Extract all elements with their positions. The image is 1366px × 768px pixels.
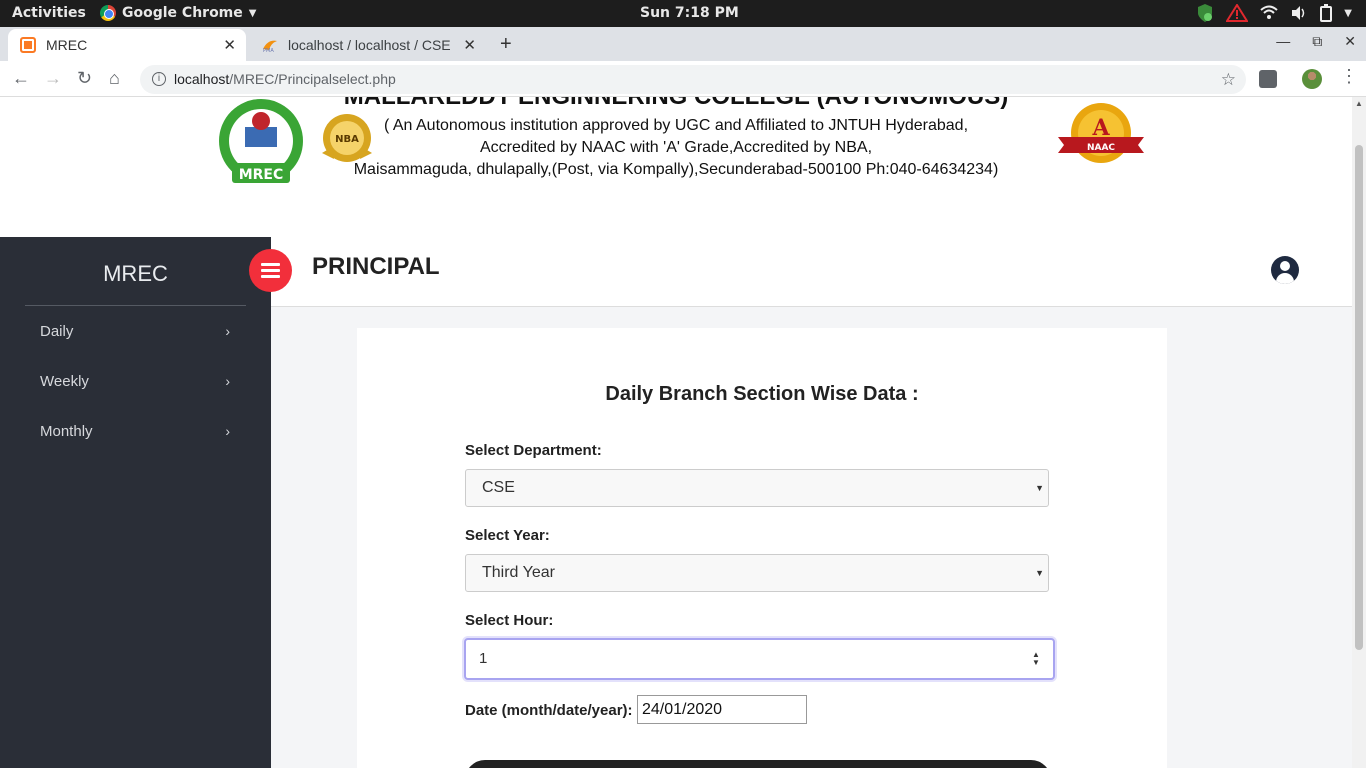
activities-button[interactable]: Activities xyxy=(12,5,86,21)
close-window-icon[interactable]: ✕ xyxy=(1344,33,1356,50)
year-select[interactable]: Third Year ▼ xyxy=(465,554,1049,592)
nba-logo-text: NBA xyxy=(335,134,359,145)
year-label: Select Year: xyxy=(465,527,550,544)
new-tab-button[interactable]: + xyxy=(500,33,512,56)
mrec-logo-text: MREC xyxy=(239,167,284,183)
info-icon[interactable]: i xyxy=(152,72,166,86)
date-label: Date (month/date/year): xyxy=(465,702,633,719)
college-header: MALLAREDDY ENGINNERING COLLEGE (AUTONOMO… xyxy=(0,97,1352,237)
sidebar-item-monthly[interactable]: Monthly › xyxy=(40,423,240,440)
chevron-down-icon: ▼ xyxy=(248,7,257,19)
sidebar-item-label: Monthly xyxy=(40,423,93,440)
spinner-icon[interactable]: ▲ ▼ xyxy=(1031,651,1041,667)
tab-phpmyadmin[interactable]: PMA localhost / localhost / CSE ✕ xyxy=(250,29,486,61)
page-title: PRINCIPAL xyxy=(312,253,440,280)
tab-mrec[interactable]: MREC ✕ xyxy=(8,29,246,61)
chevron-right-icon: › xyxy=(225,423,230,439)
sidebar: MREC Daily › Weekly › Monthly › xyxy=(0,237,271,768)
form-card: Daily Branch Section Wise Data : Select … xyxy=(357,328,1167,768)
department-label: Select Department: xyxy=(465,442,602,459)
header-line-2: Accredited by NAAC with 'A' Grade,Accred… xyxy=(479,139,873,156)
date-value: 24/01/2020 xyxy=(642,701,723,718)
shield-icon xyxy=(1198,4,1213,22)
xampp-favicon xyxy=(20,37,36,53)
chevron-right-icon: › xyxy=(225,373,230,389)
extension-icon[interactable] xyxy=(1259,70,1277,88)
app-menu-label: Google Chrome xyxy=(122,5,243,21)
sidebar-item-label: Weekly xyxy=(40,373,89,390)
close-icon[interactable]: ✕ xyxy=(223,36,236,54)
header-line-3: Maisammaguda, dhulapally,(Post, via Komp… xyxy=(353,161,999,178)
naac-logo: A NAAC xyxy=(1058,103,1144,163)
user-icon[interactable] xyxy=(1271,256,1299,284)
home-icon[interactable]: ⌂ xyxy=(109,68,120,89)
scroll-up-icon[interactable]: ▲ xyxy=(1355,99,1363,108)
app-menu[interactable]: Google Chrome ▼ xyxy=(100,5,256,21)
dropdown-arrow-icon: ▼ xyxy=(1035,568,1044,578)
hour-label: Select Hour: xyxy=(465,612,554,629)
star-icon[interactable]: ☆ xyxy=(1221,65,1236,94)
browser-toolbar: ← → ↻ ⌂ i localhost/MREC/Principalselect… xyxy=(0,61,1366,97)
nba-logo: NBA xyxy=(322,114,372,162)
year-value: Third Year xyxy=(482,564,555,581)
dropdown-arrow-icon: ▼ xyxy=(1035,483,1044,493)
profile-avatar[interactable] xyxy=(1302,69,1322,89)
wifi-icon xyxy=(1260,5,1278,19)
mrec-logo: MREC xyxy=(219,99,303,183)
sidebar-brand[interactable]: MREC xyxy=(0,261,271,287)
date-input[interactable]: 24/01/2020 xyxy=(637,695,807,724)
sidebar-item-daily[interactable]: Daily › xyxy=(40,323,240,340)
sidebar-toggle-button[interactable] xyxy=(249,249,292,292)
sidebar-item-label: Daily xyxy=(40,323,74,340)
main-header: PRINCIPAL xyxy=(271,237,1352,307)
hour-value: 1 xyxy=(479,650,488,667)
department-select[interactable]: CSE ▼ xyxy=(465,469,1049,507)
main-content: PRINCIPAL Daily Branch Section Wise Data… xyxy=(249,237,1352,768)
hour-input[interactable]: 1 ▲ ▼ xyxy=(464,638,1055,680)
system-top-bar: Activities Google Chrome ▼ Sun 7:18 PM ▼ xyxy=(0,0,1366,27)
college-name: MALLAREDDY ENGINNERING COLLEGE (AUTONOMO… xyxy=(0,97,1352,111)
battery-icon xyxy=(1320,4,1333,22)
phpmyadmin-favicon: PMA xyxy=(263,40,277,53)
chevron-right-icon: › xyxy=(225,323,230,339)
department-value: CSE xyxy=(482,479,515,496)
sidebar-divider xyxy=(25,305,246,306)
url-host: localhost xyxy=(174,71,230,87)
sidebar-item-weekly[interactable]: Weekly › xyxy=(40,373,240,390)
svg-text:PMA: PMA xyxy=(263,48,274,53)
naac-text: NAAC xyxy=(1087,143,1115,153)
tab-label: MREC xyxy=(46,37,88,53)
menu-kebab-icon[interactable]: ⋮ xyxy=(1340,66,1358,87)
close-icon[interactable]: ✕ xyxy=(463,36,476,54)
address-bar[interactable]: i localhost/MREC/Principalselect.php ☆ xyxy=(140,65,1246,94)
url-path: /MREC/Principalselect.php xyxy=(229,71,396,87)
reload-icon[interactable]: ↻ xyxy=(77,68,92,89)
tab-strip: MREC ✕ PMA localhost / localhost / CSE ✕ xyxy=(0,27,1366,61)
form-heading: Daily Branch Section Wise Data : xyxy=(605,383,919,405)
web-page: MALLAREDDY ENGINNERING COLLEGE (AUTONOMO… xyxy=(0,97,1352,768)
clock[interactable]: Sun 7:18 PM xyxy=(640,5,739,21)
maximize-icon[interactable]: ⧉ xyxy=(1312,33,1322,50)
submit-button[interactable] xyxy=(465,760,1051,768)
window-controls: — ⧉ ✕ xyxy=(1276,33,1356,50)
volume-icon xyxy=(1292,6,1305,20)
forward-arrow-icon[interactable]: → xyxy=(44,68,62,89)
page-scrollbar[interactable]: ▲ xyxy=(1352,97,1366,768)
warning-icon xyxy=(1226,4,1249,22)
chevron-down-icon: ▼ xyxy=(1344,7,1352,19)
naac-grade: A xyxy=(1091,115,1110,141)
minimize-icon[interactable]: — xyxy=(1276,33,1290,50)
back-arrow-icon[interactable]: ← xyxy=(12,68,30,89)
scrollbar-thumb[interactable] xyxy=(1355,145,1363,650)
tab-label: localhost / localhost / CSE xyxy=(288,37,451,53)
chrome-icon xyxy=(100,5,116,21)
header-line-1: ( An Autonomous institution approved by … xyxy=(383,117,969,134)
system-tray[interactable]: ▼ xyxy=(1196,3,1352,23)
